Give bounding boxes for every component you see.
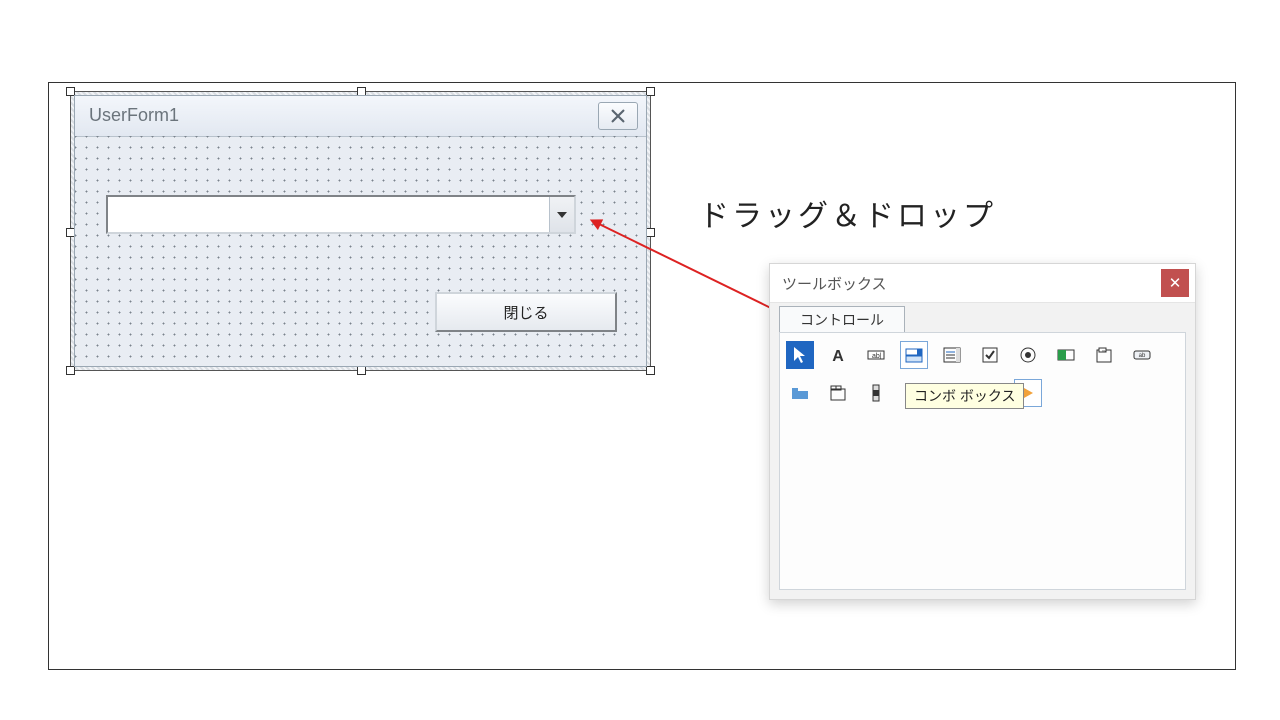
close-icon: ✕ [1169,274,1182,292]
toolbox-window[interactable]: ツールボックス ✕ コントロール A ab| xv ab [769,263,1196,600]
togglebutton-icon [1056,345,1076,365]
resize-handle-e[interactable] [646,228,655,237]
combobox-icon [904,345,924,365]
svg-text:xv: xv [1102,348,1106,353]
tool-commandbutton[interactable]: ab [1128,341,1156,369]
tool-combobox[interactable] [900,341,928,369]
annotation-text: ドラッグ＆ドロップ [699,191,996,235]
close-commandbutton[interactable]: 閉じる [435,292,617,332]
multipage-icon [828,383,848,403]
resize-handle-ne[interactable] [646,87,655,96]
resize-handle-sw[interactable] [66,366,75,375]
toolbox-titlebar[interactable]: ツールボックス ✕ [770,264,1195,303]
label-icon: A [828,345,848,365]
tool-pointer[interactable] [786,341,814,369]
tool-listbox[interactable] [938,341,966,369]
userform-design-grid[interactable]: 閉じる [75,136,646,366]
optionbutton-icon [1018,345,1038,365]
userform-title: UserForm1 [89,105,179,126]
svg-text:A: A [832,348,844,365]
toolbox-tab-label: コントロール [800,310,884,330]
tool-togglebutton[interactable] [1052,341,1080,369]
tabstrip-icon [790,383,810,403]
listbox-icon [942,345,962,365]
userform-body[interactable]: UserForm1 閉じる [74,95,647,367]
toolbox-close-button[interactable]: ✕ [1161,269,1189,297]
combobox-dropdown-button[interactable] [549,197,574,232]
toolbox-tab-controls[interactable]: コントロール [779,306,905,334]
scrollbar-icon [866,383,886,403]
userform-designer[interactable]: UserForm1 閉じる [70,91,651,371]
tool-multipage[interactable] [824,379,852,407]
close-commandbutton-label: 閉じる [503,302,548,323]
frame-icon: xv [1094,345,1114,365]
userform-close-button[interactable] [598,102,638,130]
tool-textbox[interactable]: ab| [862,341,890,369]
svg-text:ab|: ab| [872,353,882,360]
userform-titlebar[interactable]: UserForm1 [75,96,646,137]
tool-optionbutton[interactable] [1014,341,1042,369]
combobox-control[interactable] [106,195,576,234]
checkbox-icon [980,345,1000,365]
resize-handle-se[interactable] [646,366,655,375]
pointer-icon [790,345,810,365]
diagram-canvas: UserForm1 閉じる ドラッグ＆ドロップ ツールボックス [48,82,1236,670]
tool-frame[interactable]: xv [1090,341,1118,369]
toolbox-body: A ab| xv ab コンボ ボックス [779,332,1186,590]
close-icon [609,107,627,125]
tool-tooltip: コンボ ボックス [905,383,1024,409]
toolbox-title: ツールボックス [782,273,887,294]
tool-label[interactable]: A [824,341,852,369]
tool-tabstrip[interactable] [786,379,814,407]
svg-text:ab: ab [1139,353,1146,359]
commandbutton-icon: ab [1132,345,1152,365]
resize-handle-s[interactable] [357,366,366,375]
textbox-icon: ab| [866,345,886,365]
tool-checkbox[interactable] [976,341,1004,369]
tool-scrollbar[interactable] [862,379,890,407]
